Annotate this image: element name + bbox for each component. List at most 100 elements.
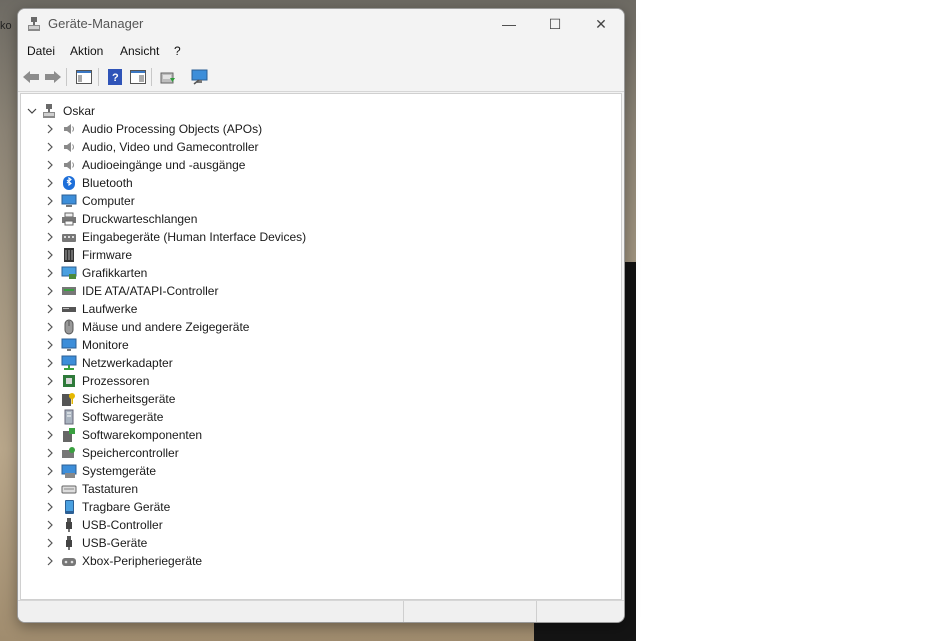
tree-item[interactable]: Softwarekomponenten bbox=[21, 426, 619, 444]
menu-datei[interactable]: Datei bbox=[27, 44, 55, 58]
tree-item[interactable]: Grafikkarten bbox=[21, 264, 619, 282]
speaker-icon bbox=[61, 121, 77, 137]
chevron-right-icon[interactable] bbox=[45, 448, 55, 458]
tree-item-label: Tastaturen bbox=[82, 482, 139, 496]
chevron-right-icon[interactable] bbox=[45, 520, 55, 530]
tree-item[interactable]: Sicherheitsgeräte bbox=[21, 390, 619, 408]
update-driver-button[interactable] bbox=[158, 67, 178, 87]
forward-arrow-icon bbox=[45, 71, 61, 83]
chevron-right-icon[interactable] bbox=[45, 394, 55, 404]
chevron-right-icon[interactable] bbox=[45, 214, 55, 224]
tree-item[interactable]: Bluetooth bbox=[21, 174, 619, 192]
chevron-right-icon[interactable] bbox=[45, 340, 55, 350]
security-device-icon bbox=[61, 391, 77, 407]
chevron-right-icon[interactable] bbox=[45, 376, 55, 386]
chevron-right-icon[interactable] bbox=[45, 322, 55, 332]
tree-item[interactable]: Computer bbox=[21, 192, 619, 210]
chevron-right-icon[interactable] bbox=[45, 412, 55, 422]
window-title: Geräte-Manager bbox=[48, 16, 144, 31]
tree-item[interactable]: Audioeingänge und -ausgänge bbox=[21, 156, 619, 174]
tree-item-label: Bluetooth bbox=[82, 176, 133, 190]
tree-item[interactable]: Audio Processing Objects (APOs) bbox=[21, 120, 619, 138]
tree-item[interactable]: Druckwarteschlangen bbox=[21, 210, 619, 228]
tree-item[interactable]: USB-Geräte bbox=[21, 534, 619, 552]
tree-item[interactable]: USB-Controller bbox=[21, 516, 619, 534]
chevron-right-icon[interactable] bbox=[45, 232, 55, 242]
tree-item-label: USB-Geräte bbox=[82, 536, 148, 550]
speaker-icon bbox=[61, 157, 77, 173]
tree-item[interactable]: Monitore bbox=[21, 336, 619, 354]
tree-item[interactable]: Systemgeräte bbox=[21, 462, 619, 480]
tree-item[interactable]: Tragbare Geräte bbox=[21, 498, 619, 516]
menu-help[interactable]: ? bbox=[174, 44, 181, 58]
title-bar[interactable]: Geräte-Manager — ☐ ✕ bbox=[18, 9, 624, 39]
computer-icon bbox=[61, 193, 77, 209]
chevron-right-icon[interactable] bbox=[45, 502, 55, 512]
tree-item[interactable]: Netzwerkadapter bbox=[21, 354, 619, 372]
tree-item[interactable]: Xbox-Peripheriegeräte bbox=[21, 552, 619, 570]
tree-root-row[interactable]: Oskar bbox=[21, 102, 619, 120]
status-bar bbox=[18, 600, 624, 622]
back-button[interactable] bbox=[21, 67, 41, 87]
chevron-right-icon[interactable] bbox=[45, 358, 55, 368]
chevron-right-icon[interactable] bbox=[45, 538, 55, 548]
tree-item[interactable]: Mäuse und andere Zeigegeräte bbox=[21, 318, 619, 336]
close-icon: ✕ bbox=[595, 15, 607, 32]
chevron-right-icon[interactable] bbox=[45, 268, 55, 278]
portable-device-icon bbox=[61, 499, 77, 515]
close-button[interactable]: ✕ bbox=[578, 9, 624, 39]
firmware-icon bbox=[61, 247, 77, 263]
chevron-right-icon[interactable] bbox=[45, 466, 55, 476]
chevron-right-icon[interactable] bbox=[45, 556, 55, 566]
system-device-icon bbox=[61, 463, 77, 479]
ide-controller-icon bbox=[61, 283, 77, 299]
disk-drive-icon bbox=[61, 301, 77, 317]
display-adapter-icon bbox=[61, 265, 77, 281]
monitor-icon bbox=[61, 337, 77, 353]
tree-item[interactable]: Eingabegeräte (Human Interface Devices) bbox=[21, 228, 619, 246]
help-button[interactable]: ? bbox=[105, 67, 125, 87]
chevron-right-icon[interactable] bbox=[45, 142, 55, 152]
scan-hardware-button[interactable] bbox=[190, 67, 210, 87]
menu-bar: Datei Aktion Ansicht ? bbox=[18, 39, 624, 63]
tree-item[interactable]: Laufwerke bbox=[21, 300, 619, 318]
tree-item[interactable]: Prozessoren bbox=[21, 372, 619, 390]
chevron-right-icon[interactable] bbox=[45, 484, 55, 494]
update-driver-icon bbox=[160, 72, 175, 84]
tree-item[interactable]: IDE ATA/ATAPI-Controller bbox=[21, 282, 619, 300]
maximize-button[interactable]: ☐ bbox=[532, 9, 578, 39]
tree-item-label: Druckwarteschlangen bbox=[82, 212, 198, 226]
tree-item[interactable]: Speichercontroller bbox=[21, 444, 619, 462]
menu-aktion[interactable]: Aktion bbox=[70, 44, 103, 58]
chevron-right-icon[interactable] bbox=[45, 196, 55, 206]
chevron-right-icon[interactable] bbox=[45, 160, 55, 170]
xbox-peripheral-icon bbox=[61, 553, 77, 569]
chevron-right-icon[interactable] bbox=[45, 286, 55, 296]
tree-item[interactable]: Firmware bbox=[21, 246, 619, 264]
chevron-right-icon[interactable] bbox=[45, 124, 55, 134]
chevron-right-icon[interactable] bbox=[45, 304, 55, 314]
software-device-icon bbox=[61, 409, 77, 425]
minimize-button[interactable]: — bbox=[486, 9, 532, 39]
processor-icon bbox=[61, 373, 77, 389]
tree-root-label: Oskar bbox=[63, 104, 96, 118]
computer-root-icon bbox=[41, 103, 57, 119]
chevron-right-icon[interactable] bbox=[45, 178, 55, 188]
chevron-right-icon[interactable] bbox=[45, 250, 55, 260]
tree-item-label: Sicherheitsgeräte bbox=[82, 392, 176, 406]
forward-button[interactable] bbox=[43, 67, 63, 87]
tree-item-label: Softwaregeräte bbox=[82, 410, 164, 424]
tree-item[interactable]: Softwaregeräte bbox=[21, 408, 619, 426]
menu-ansicht[interactable]: Ansicht bbox=[120, 44, 159, 58]
show-hide-console-tree-button[interactable] bbox=[74, 67, 94, 87]
properties-button[interactable] bbox=[128, 67, 148, 87]
tree-item[interactable]: Audio, Video und Gamecontroller bbox=[21, 138, 619, 156]
tree-item[interactable]: Tastaturen bbox=[21, 480, 619, 498]
chevron-right-icon[interactable] bbox=[45, 430, 55, 440]
storage-controller-icon bbox=[61, 445, 77, 461]
desktop-icon-label[interactable]: ko bbox=[0, 20, 12, 32]
tree-item-label: Systemgeräte bbox=[82, 464, 157, 478]
scan-hardware-icon bbox=[191, 69, 208, 85]
speaker-icon bbox=[61, 139, 77, 155]
properties-icon bbox=[130, 70, 146, 84]
